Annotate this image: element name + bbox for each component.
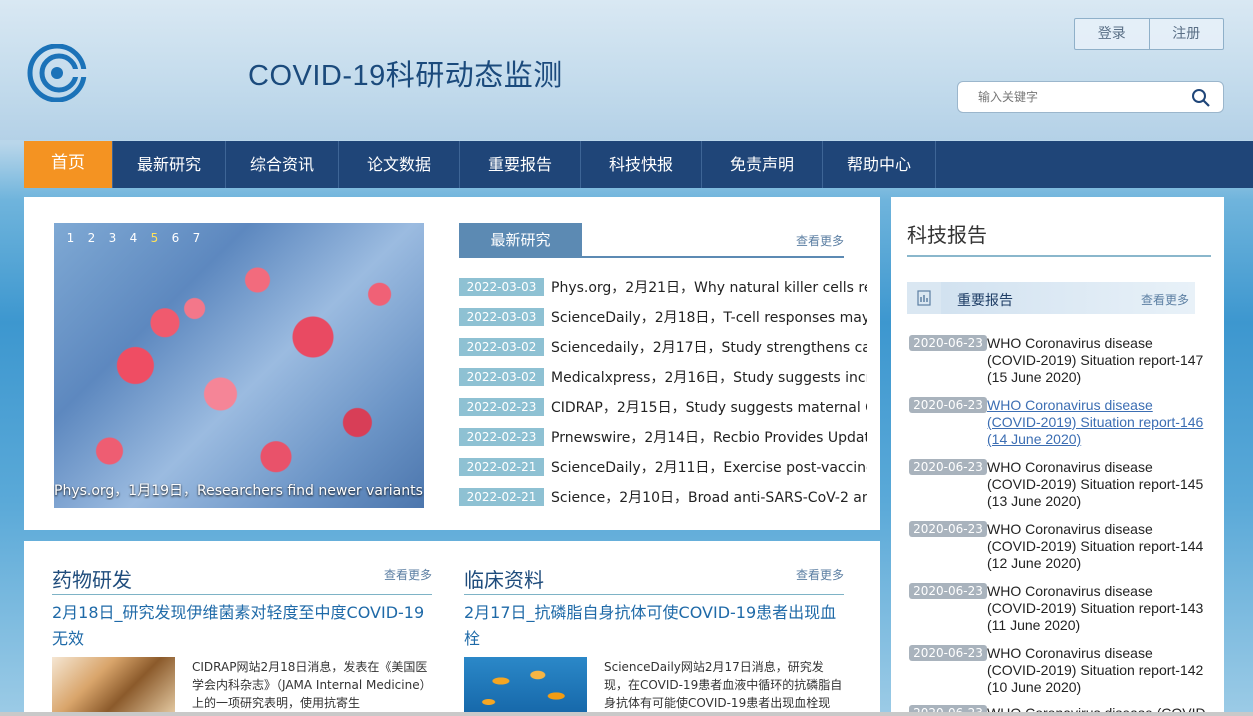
- report-date: 2020-06-23: [909, 521, 987, 537]
- divider: [464, 594, 844, 595]
- nav-disclaimer[interactable]: 免责声明: [702, 141, 823, 188]
- nav-tech-news[interactable]: 科技快报: [581, 141, 702, 188]
- drug-thumbnail[interactable]: [52, 657, 175, 716]
- news-date: 2022-03-03: [459, 278, 544, 296]
- list-item[interactable]: 2022-03-03 ScienceDaily，2月18日，T-cell res…: [459, 307, 869, 327]
- report-title[interactable]: WHO Coronavirus disease (COVID-2019) Sit…: [987, 459, 1209, 510]
- site-title: COVID-19科研动态监测: [248, 60, 563, 92]
- nav-latest-research[interactable]: 最新研究: [113, 141, 226, 188]
- list-item[interactable]: 2022-02-21 ScienceDaily，2月11日，Exercise p…: [459, 457, 869, 477]
- reports-title: 科技报告: [907, 223, 987, 247]
- login-button[interactable]: 登录: [1075, 19, 1150, 49]
- report-date: 2020-06-23: [909, 335, 987, 351]
- carousel-page[interactable]: 1: [60, 229, 81, 247]
- nav-home[interactable]: 首页: [24, 141, 113, 188]
- latest-research-tab[interactable]: 最新研究: [459, 223, 582, 257]
- nav-news[interactable]: 综合资讯: [226, 141, 339, 188]
- carousel-page-current[interactable]: 5: [144, 229, 165, 247]
- divider: [459, 256, 844, 258]
- news-date: 2022-02-21: [459, 488, 544, 506]
- site-logo-icon[interactable]: [26, 44, 88, 102]
- news-date: 2022-02-21: [459, 458, 544, 476]
- latest-more-link[interactable]: 查看更多: [796, 232, 844, 249]
- news-title[interactable]: Prnewswire，2月14日，Recbio Provides Update: [551, 427, 867, 447]
- list-item[interactable]: 2022-03-02 Medicalxpress，2月16日，Study sug…: [459, 367, 869, 387]
- report-date: 2020-06-23: [909, 459, 987, 475]
- drug-more-link[interactable]: 查看更多: [384, 566, 432, 583]
- clinical-more-link[interactable]: 查看更多: [796, 566, 844, 583]
- clinical-description: ScienceDaily网站2月17日消息，研究发现，在COVID-19患者血液…: [604, 660, 843, 716]
- main-nav: 首页 最新研究 综合资讯 论文数据 重要报告 科技快报 免责声明 帮助中心: [24, 141, 1253, 188]
- clinical-section-title: 临床资料: [464, 568, 544, 592]
- news-title[interactable]: Sciencedaily，2月17日，Study strengthens cas…: [551, 337, 867, 357]
- report-title[interactable]: WHO Coronavirus disease (COVID-2019) Sit…: [987, 583, 1209, 634]
- list-item[interactable]: 2022-02-21 Science，2月10日，Broad anti-SARS…: [459, 487, 869, 507]
- clinical-headline[interactable]: 2月17日_抗磷脂自身抗体可使COVID-19患者出现血栓: [464, 600, 844, 652]
- carousel-pager: 1 2 3 4 5 6 7: [60, 229, 207, 247]
- search-box: [957, 81, 1224, 113]
- report-title[interactable]: WHO Coronavirus disease (COVID-2019) Sit…: [987, 397, 1209, 448]
- report-icon: [907, 282, 941, 314]
- register-button[interactable]: 注册: [1150, 19, 1224, 49]
- nav-papers[interactable]: 论文数据: [339, 141, 460, 188]
- news-title[interactable]: Medicalxpress，2月16日，Study suggests incre…: [551, 367, 867, 387]
- reports-panel: [891, 197, 1224, 716]
- list-item[interactable]: 2022-02-23 Prnewswire，2月14日，Recbio Provi…: [459, 427, 869, 447]
- search-icon[interactable]: [1191, 88, 1211, 108]
- news-title[interactable]: ScienceDaily，2月11日，Exercise post-vaccine…: [551, 457, 867, 477]
- carousel[interactable]: 1 2 3 4 5 6 7 Phys.org，1月19日，Researchers…: [54, 223, 424, 508]
- divider: [907, 255, 1211, 257]
- reports-more-link[interactable]: 查看更多: [1141, 291, 1189, 308]
- carousel-page[interactable]: 4: [123, 229, 144, 247]
- news-title[interactable]: CIDRAP，2月15日，Study suggests maternal CO: [551, 397, 867, 417]
- carousel-page[interactable]: 3: [102, 229, 123, 247]
- site-header: COVID-19科研动态监测 登录 注册: [0, 0, 1253, 140]
- report-date: 2020-06-23: [909, 583, 987, 599]
- drug-description: CIDRAP网站2月18日消息，发表在《美国医学会内科杂志》（JAMA Inte…: [192, 660, 432, 710]
- report-date: 2020-06-23: [909, 397, 987, 413]
- news-title[interactable]: Phys.org，2月21日，Why natural killer cells …: [551, 277, 867, 297]
- news-date: 2022-03-03: [459, 308, 544, 326]
- news-title[interactable]: ScienceDaily，2月18日，T-cell responses may …: [551, 307, 867, 327]
- report-date: 2020-06-23: [909, 645, 987, 661]
- news-title[interactable]: Science，2月10日，Broad anti-SARS-CoV-2 ant: [551, 487, 867, 507]
- news-date: 2022-02-23: [459, 398, 544, 416]
- news-date: 2022-03-02: [459, 338, 544, 356]
- report-title[interactable]: WHO Coronavirus disease (COVID-2019) Sit…: [987, 521, 1209, 572]
- clinical-thumbnail[interactable]: [464, 657, 587, 716]
- carousel-page[interactable]: 6: [165, 229, 186, 247]
- list-item[interactable]: 2022-03-02 Sciencedaily，2月17日，Study stre…: [459, 337, 869, 357]
- nav-reports[interactable]: 重要报告: [460, 141, 581, 188]
- search-input[interactable]: [978, 90, 1178, 104]
- news-date: 2022-03-02: [459, 368, 544, 386]
- divider: [52, 594, 432, 595]
- list-item[interactable]: 2022-02-23 CIDRAP，2月15日，Study suggests m…: [459, 397, 869, 417]
- carousel-caption[interactable]: Phys.org，1月19日，Researchers find newer va…: [54, 480, 424, 500]
- important-reports-label: 重要报告: [957, 293, 1013, 309]
- list-item[interactable]: 2022-03-03 Phys.org，2月21日，Why natural ki…: [459, 277, 869, 297]
- carousel-page[interactable]: 2: [81, 229, 102, 247]
- news-date: 2022-02-23: [459, 428, 544, 446]
- report-title[interactable]: WHO Coronavirus disease (COVID-2019) Sit…: [987, 335, 1209, 386]
- horizontal-scrollbar[interactable]: [0, 712, 1253, 716]
- drug-section-title: 药物研发: [52, 568, 132, 592]
- nav-help[interactable]: 帮助中心: [823, 141, 936, 188]
- drug-headline[interactable]: 2月18日_研究发现伊维菌素对轻度至中度COVID-19无效: [52, 600, 432, 652]
- report-title[interactable]: WHO Coronavirus disease (COVID-2019) Sit…: [987, 645, 1209, 696]
- carousel-page[interactable]: 7: [186, 229, 207, 247]
- auth-buttons: 登录 注册: [1074, 18, 1224, 50]
